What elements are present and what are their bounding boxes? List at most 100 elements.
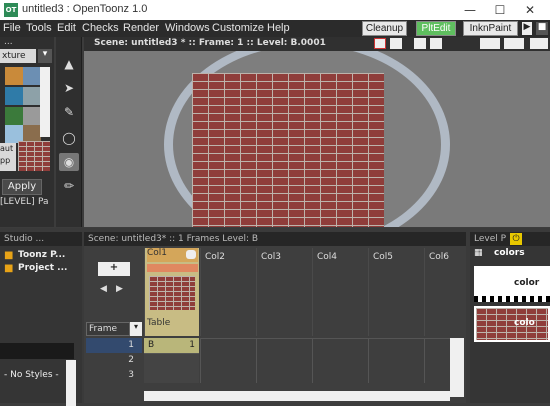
col2-name: Col2 xyxy=(205,252,226,262)
frame-row-number[interactable]: 2 xyxy=(86,353,142,368)
menu-customize[interactable]: Customize xyxy=(212,22,264,34)
folder-icon: ■ xyxy=(4,250,14,261)
subcamera-icon[interactable] xyxy=(430,38,442,49)
style-list-scrollbar[interactable] xyxy=(66,360,76,406)
tab-dropdown-icon[interactable]: ▾ xyxy=(38,49,52,63)
column-header-col5[interactable]: Col5 xyxy=(368,248,423,336)
frame-dropdown-icon[interactable]: ▾ xyxy=(130,322,142,336)
color-chip-2-selected[interactable]: colo xyxy=(474,306,550,342)
tab-texture[interactable]: xture xyxy=(0,49,36,63)
auto-paint-toggle[interactable]: aut pp xyxy=(0,143,16,171)
new-level-icon[interactable]: + xyxy=(98,262,130,276)
texture-swatch[interactable] xyxy=(5,87,23,105)
level-label: [LEVEL] xyxy=(0,197,35,207)
palette-icon[interactable]: ▦ xyxy=(474,248,483,258)
color-chip-1[interactable]: color xyxy=(474,266,550,302)
texture-swatch[interactable] xyxy=(5,67,23,85)
viewer-header: Scene: untitled3 * :: Frame: 1 :: Level:… xyxy=(84,37,550,51)
xsheet-cell-empty[interactable] xyxy=(144,353,199,383)
minimize-icon[interactable]: — xyxy=(455,1,485,19)
frame-label: Frame xyxy=(86,322,130,336)
bottom-panels: Studio ... ■ Toonz P... ■ Project ... - … xyxy=(0,228,550,406)
color-chip-label: color xyxy=(514,278,540,288)
texture-swatch[interactable] xyxy=(5,107,23,125)
prev-icon[interactable]: ◀ xyxy=(100,284,112,298)
close-icon[interactable]: ✕ xyxy=(515,1,545,19)
col1-color-bar xyxy=(147,264,198,272)
panel-dots[interactable]: ... xyxy=(4,37,13,47)
xsheet-panel: Scene: untitled3* :: 1 Frames Level: B +… xyxy=(84,232,466,403)
fill-tool-icon[interactable]: ◉ xyxy=(59,153,79,171)
swatch-scrollbar[interactable] xyxy=(40,67,50,137)
menu-tools[interactable]: Tools xyxy=(26,22,52,34)
tree-item-toonz[interactable]: Toonz P... xyxy=(18,250,65,260)
column-header-row: Col1 Table Col2 Col3 Col4 Col5 Col6 xyxy=(144,248,466,336)
level-palette-panel: Level P ⏻ ▦ colors color colo xyxy=(470,232,550,403)
pa-label: Pa xyxy=(38,197,49,207)
cell-frame-number: 1 xyxy=(189,340,195,350)
menu-windows[interactable]: Windows xyxy=(165,22,210,34)
frame-row-number[interactable]: 3 xyxy=(86,368,142,383)
menu-edit[interactable]: Edit xyxy=(57,22,76,34)
style-picker-panel: ... xture ▾ aut pp Apply [LEVEL] Pa xyxy=(0,37,54,227)
room-menu-icon[interactable]: ■ xyxy=(536,22,548,35)
room-inknpaint[interactable]: InknPaint xyxy=(463,21,518,36)
viewer-canvas[interactable] xyxy=(84,51,550,227)
palette-name: colors xyxy=(494,248,525,258)
power-icon[interactable]: ⏻ xyxy=(510,233,522,245)
texture-swatch[interactable] xyxy=(23,87,41,105)
paint-brush-tool-icon[interactable]: ✏ xyxy=(59,177,79,195)
col3-name: Col3 xyxy=(261,252,282,262)
frame-row-number[interactable]: 1 xyxy=(86,338,142,353)
xsheet-cell[interactable]: B 1 xyxy=(144,338,199,353)
pegbar-table-label: Table xyxy=(147,318,171,328)
level-palette-title: Level P ⏻ xyxy=(470,232,550,246)
preview-toggle-icon[interactable] xyxy=(504,38,524,49)
freeze-icon[interactable] xyxy=(480,38,500,49)
view-options-icon[interactable] xyxy=(530,38,548,49)
room-pltedit[interactable]: PltEdit xyxy=(416,21,456,36)
apply-button[interactable]: Apply xyxy=(2,179,42,195)
col5-name: Col5 xyxy=(373,252,394,262)
column-header-col6[interactable]: Col6 xyxy=(424,248,454,336)
xsheet-vertical-scrollbar[interactable] xyxy=(450,338,464,397)
texture-swatch[interactable] xyxy=(23,107,41,125)
selection-tool-icon[interactable]: ➤ xyxy=(59,79,79,97)
toolbar: ▲ ➤ ✎ ◯ ◉ ✏ xyxy=(56,37,82,227)
room-next-icon[interactable]: ▶ xyxy=(522,22,532,35)
next-icon[interactable]: ▶ xyxy=(116,284,128,298)
column-header-col3[interactable]: Col3 xyxy=(256,248,311,336)
preview-icon[interactable] xyxy=(374,38,386,49)
menu-bar: File Tools Edit Checks Render Windows Cu… xyxy=(0,20,550,37)
menu-help[interactable]: Help xyxy=(267,22,290,34)
column-header-col4[interactable]: Col4 xyxy=(312,248,367,336)
color-chip-label: colo xyxy=(514,318,535,328)
brick-texture-level[interactable] xyxy=(192,73,384,227)
cell-level-name: B xyxy=(148,340,155,350)
brush-tool-icon[interactable]: ✎ xyxy=(59,103,79,121)
style-name-field[interactable] xyxy=(0,343,74,359)
studio-panel-title: Studio ... xyxy=(0,232,82,246)
menu-render[interactable]: Render xyxy=(123,22,159,34)
viewer-scene-info: Scene: untitled3 * :: Frame: 1 :: Level:… xyxy=(94,38,326,48)
col6-name: Col6 xyxy=(429,252,450,262)
column-header-col1[interactable]: Col1 Table xyxy=(144,248,199,336)
tree-item-project[interactable]: Project ... xyxy=(18,263,67,273)
room-cleanup[interactable]: Cleanup xyxy=(362,21,407,36)
studio-panel: Studio ... ■ Toonz P... ■ Project ... - … xyxy=(0,232,82,406)
xsheet-grid[interactable] xyxy=(200,338,450,383)
pp-label: pp xyxy=(0,156,11,165)
menu-checks[interactable]: Checks xyxy=(82,22,119,34)
col1-title-bar: Col1 xyxy=(147,248,198,262)
animate-tool-icon[interactable]: ▲ xyxy=(59,55,79,73)
camera-icon[interactable] xyxy=(414,38,426,49)
texture-swatch[interactable] xyxy=(23,67,41,85)
preview-visible-icon[interactable] xyxy=(186,250,196,259)
menu-file[interactable]: File xyxy=(3,22,21,34)
maximize-icon[interactable]: ☐ xyxy=(485,1,515,19)
geometric-tool-icon[interactable]: ◯ xyxy=(59,129,79,147)
grid-icon[interactable] xyxy=(390,38,402,49)
xsheet-horizontal-scrollbar[interactable] xyxy=(144,391,450,401)
column-header-col2[interactable]: Col2 xyxy=(200,248,255,336)
col4-name: Col4 xyxy=(317,252,338,262)
